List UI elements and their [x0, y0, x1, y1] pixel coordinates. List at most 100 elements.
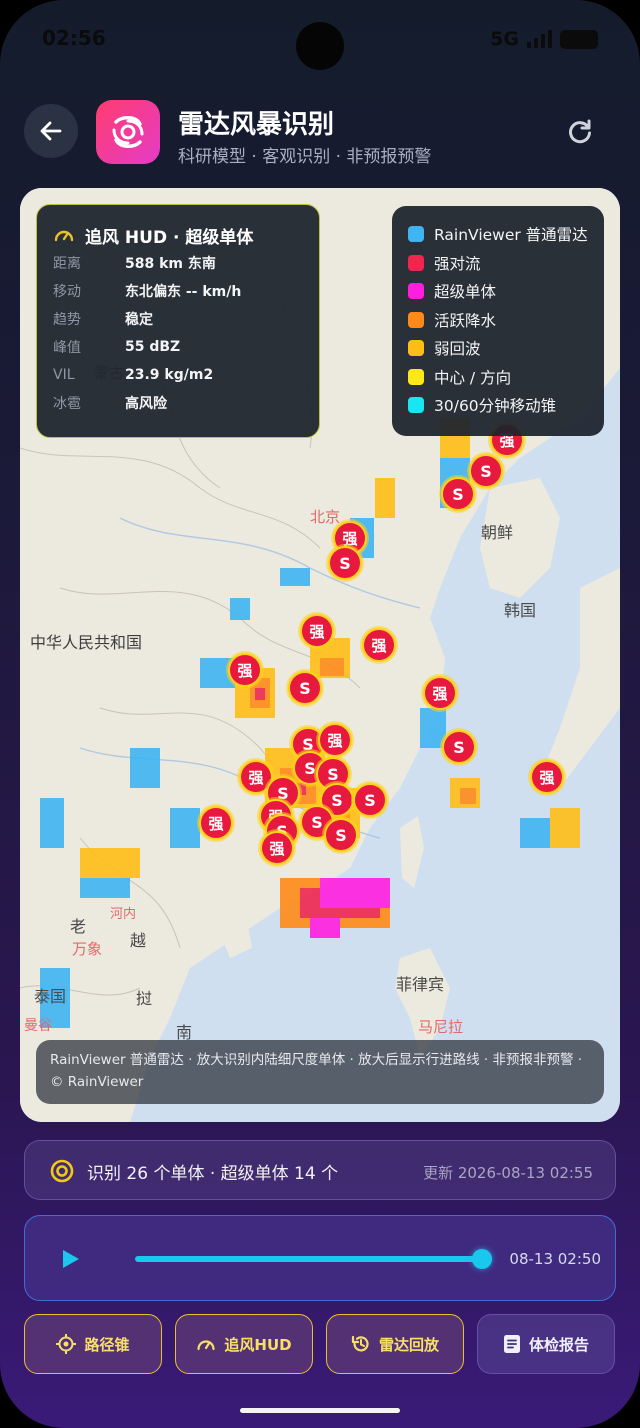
- status-bar: 02:56 5G: [0, 22, 640, 70]
- gauge-icon: [197, 1340, 216, 1351]
- hud-key: 距离: [53, 256, 81, 272]
- marker-label: S: [311, 813, 323, 832]
- chase-hud-label: 追风HUD: [224, 1335, 292, 1354]
- strong-convection-marker[interactable]: 强: [528, 758, 566, 796]
- hud-title: 追风 HUD · 超级单体: [85, 227, 254, 248]
- place-label: 泰国: [34, 987, 66, 1006]
- marker-label: 强: [208, 815, 223, 833]
- place-label: 北京: [310, 508, 340, 526]
- page-subtitle: 科研模型 · 客观识别 · 非预报预警: [178, 147, 432, 167]
- legend-swatch: [408, 368, 424, 385]
- legend-item: 弱回波: [408, 334, 604, 363]
- action-bar: 路径锥 追风HUD 雷达回放 体检报告: [24, 1314, 616, 1374]
- hud-key: 峰值: [53, 340, 81, 356]
- hud-key: 移动: [53, 284, 81, 300]
- back-button[interactable]: [24, 104, 78, 158]
- hud-key: 冰雹: [53, 396, 81, 412]
- marker-label: S: [452, 485, 464, 504]
- place-label: 万象: [72, 940, 102, 958]
- detection-summary: 识别 26 个单体 · 超级单体 14 个 更新 2026-08-13 02:5…: [24, 1140, 616, 1200]
- place-label: 朝鲜: [481, 523, 513, 542]
- hud-value: 稳定: [125, 312, 153, 328]
- supercell-marker[interactable]: S: [326, 544, 364, 582]
- legend-item: 30/60分钟移动锥: [408, 391, 604, 420]
- strong-convection-marker[interactable]: 强: [226, 651, 264, 689]
- strong-convection-marker[interactable]: 强: [360, 626, 398, 664]
- supercell-marker[interactable]: S: [351, 781, 389, 819]
- crosshair-icon: [56, 1334, 77, 1354]
- hud-row-motion: 移动 东北偏东 -- km/h: [53, 277, 303, 305]
- updated-time: 更新 2026-08-13 02:55: [423, 1164, 593, 1182]
- marker-label: 强: [432, 685, 447, 703]
- camera-cutout: [296, 22, 344, 70]
- app-icon: [96, 100, 160, 164]
- radar-map[interactable]: 北京 朝鲜 韩国 中华人民共和国 老 万象 河内 越 泰国 挝 曼谷 南 菲律宾…: [20, 188, 620, 1122]
- legend-label: 30/60分钟移动锥: [434, 397, 557, 416]
- place-label: 中华人民共和国: [30, 633, 142, 652]
- arrow-left-icon: [40, 121, 62, 141]
- path-cone-button[interactable]: 路径锥: [24, 1314, 162, 1374]
- refresh-icon: [569, 119, 591, 144]
- hud-row-peak: 峰值 55 dBZ: [53, 333, 303, 361]
- status-indicators: 5G: [490, 28, 598, 50]
- legend-label: 强对流: [434, 254, 481, 273]
- marker-label: S: [331, 791, 343, 810]
- map-legend: RainViewer 普通雷达 强对流 超级单体 活跃降水 弱回波 中心 / 方…: [392, 206, 604, 436]
- marker-label: S: [480, 462, 492, 481]
- home-indicator: [240, 1408, 400, 1413]
- timeline-slider[interactable]: [135, 1249, 492, 1269]
- play-button[interactable]: [59, 1248, 81, 1270]
- marker-label: S: [453, 738, 465, 757]
- radar-replay-button[interactable]: 雷达回放: [326, 1314, 464, 1374]
- place-label: 菲律宾: [396, 975, 444, 994]
- refresh-button[interactable]: [560, 112, 600, 152]
- supercell-marker[interactable]: S: [286, 669, 324, 707]
- summary-text: 识别 26 个单体 · 超级单体 14 个: [87, 1164, 339, 1184]
- chase-hud-panel: 追风 HUD · 超级单体 距离 588 km 东南 移动 东北偏东 -- km/h…: [36, 204, 320, 438]
- place-label: 越: [130, 931, 146, 950]
- place-label: 老: [70, 917, 86, 936]
- marker-label: 强: [309, 623, 324, 641]
- place-label: 韩国: [504, 601, 536, 620]
- hud-row-hail: 冰雹 高风险: [53, 389, 303, 417]
- supercell-marker[interactable]: S: [439, 475, 477, 513]
- radar-playback-bar: 08-13 02:50: [24, 1215, 616, 1301]
- hud-value: 东北偏东 -- km/h: [125, 284, 242, 300]
- marker-label: 强: [248, 769, 263, 787]
- strong-convection-marker[interactable]: 强: [197, 804, 235, 842]
- supercell-marker[interactable]: S: [440, 728, 478, 766]
- page-title: 雷达风暴识别: [178, 110, 335, 140]
- hud-value: 588 km 东南: [125, 256, 216, 272]
- network-type: 5G: [490, 28, 519, 50]
- target-icon: [50, 1159, 74, 1183]
- legend-label: 弱回波: [434, 340, 481, 359]
- playback-time: 08-13 02:50: [509, 1250, 601, 1268]
- legend-swatch: [408, 311, 424, 328]
- chase-hud-button[interactable]: 追风HUD: [175, 1314, 313, 1374]
- marker-label: 强: [327, 732, 342, 750]
- marker-label: S: [299, 679, 311, 698]
- hud-value: 高风险: [125, 396, 167, 412]
- health-report-label: 体检报告: [528, 1335, 589, 1354]
- legend-item: RainViewer 普通雷达: [408, 220, 604, 249]
- hud-row-vil: VIL 23.9 kg/m2: [53, 361, 303, 389]
- place-label: 挝: [136, 989, 152, 1008]
- timeline-thumb[interactable]: [471, 1249, 492, 1269]
- gauge-icon: [54, 230, 74, 242]
- strong-convection-marker[interactable]: 强: [258, 829, 296, 867]
- legend-label: 超级单体: [434, 283, 497, 302]
- hud-row-trend: 趋势 稳定: [53, 305, 303, 333]
- strong-convection-marker[interactable]: 强: [298, 612, 336, 650]
- supercell-marker[interactable]: S: [322, 816, 360, 854]
- health-report-button[interactable]: 体检报告: [477, 1314, 615, 1374]
- map-attribution: RainViewer 普通雷达 · 放大识别内陆细尺度单体 · 放大后显示行进路…: [36, 1040, 604, 1104]
- marker-label: 强: [539, 769, 554, 787]
- marker-label: S: [339, 554, 351, 573]
- timeline-fill: [135, 1256, 482, 1262]
- hud-key: 趋势: [53, 312, 81, 328]
- legend-label: 活跃降水: [434, 311, 497, 330]
- place-label: 马尼拉: [418, 1018, 463, 1036]
- hud-value: 23.9 kg/m2: [125, 367, 214, 383]
- marker-label: 强: [269, 840, 284, 858]
- strong-convection-marker[interactable]: 强: [421, 674, 459, 712]
